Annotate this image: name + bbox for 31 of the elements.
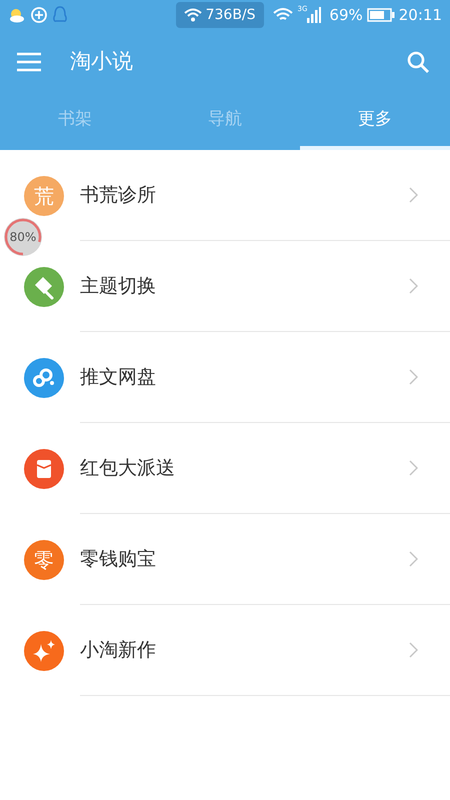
weather-icon (8, 6, 26, 24)
progress-ring (4, 218, 42, 256)
menu-item[interactable]: 推文网盘 (0, 332, 450, 423)
wifi-icon (184, 8, 202, 22)
clock: 20:11 (398, 4, 442, 26)
battery-icon (366, 8, 395, 22)
search-icon[interactable] (406, 50, 430, 74)
round-icon: 荒 (24, 176, 64, 216)
menu-item-label: 零钱购宝 (80, 546, 156, 572)
menu-item-label: 小淘新作 (80, 638, 156, 663)
plus-circle-icon (30, 6, 48, 24)
menu-item-label: 主题切换 (80, 274, 156, 299)
menu-item-label: 推文网盘 (80, 364, 156, 390)
chevron-icon (409, 369, 418, 385)
menu-item-label: 书荒诊所 (80, 182, 156, 208)
menu-item-label: 红包大派送 (80, 456, 175, 481)
signal-icon (307, 7, 322, 23)
menu-item[interactable]: 零 零钱购宝 (0, 514, 450, 605)
menu-item[interactable]: 红包大派送 (0, 423, 450, 514)
app-title: 淘小说 (70, 48, 133, 76)
menu-item[interactable]: 小淘新作 (0, 605, 450, 696)
chevron-icon (409, 187, 418, 203)
chevron-icon (409, 278, 418, 294)
chevron-icon (409, 460, 418, 476)
speed-indicator: 736B/S (176, 2, 264, 28)
penguin-icon (52, 6, 68, 24)
battery-percent: 69% (329, 4, 363, 26)
chevron-icon (409, 551, 418, 567)
menu-icon[interactable] (16, 52, 42, 72)
round-icon: 零 (24, 540, 64, 580)
chevron-icon (409, 642, 418, 658)
